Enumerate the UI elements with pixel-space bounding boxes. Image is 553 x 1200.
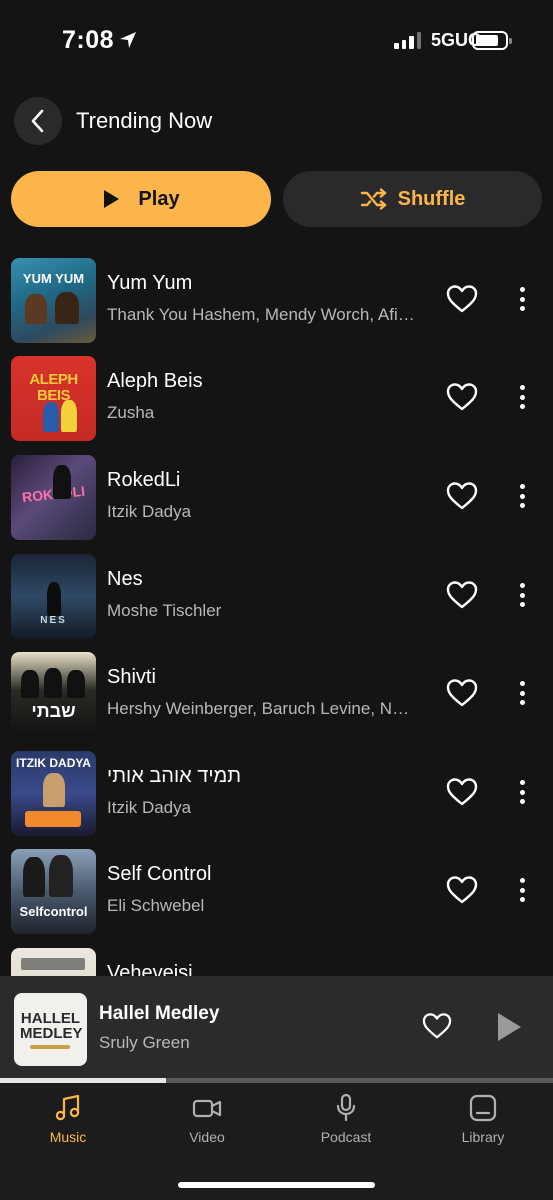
track-artists: Hershy Weinberger, Baruch Levine, Na…	[107, 699, 417, 718]
track-row[interactable]: Selfcontrol Self Control Eli Schwebel	[0, 841, 553, 939]
home-indicator	[178, 1182, 375, 1188]
track-artwork: ALEPH BEIS	[11, 356, 96, 441]
heart-icon[interactable]	[446, 777, 478, 807]
chevron-left-icon	[31, 109, 44, 133]
track-artwork: YUM YUM	[11, 258, 96, 343]
microphone-icon	[336, 1093, 356, 1122]
heart-icon[interactable]	[446, 382, 478, 412]
tab-video[interactable]: Video	[152, 1093, 262, 1145]
heart-icon[interactable]	[422, 1012, 452, 1040]
track-row[interactable]: NES Nes Moshe Tischler	[0, 546, 553, 644]
more-options-icon[interactable]	[512, 284, 532, 314]
track-title: Aleph Beis	[107, 370, 203, 392]
track-list[interactable]: YUM YUM Yum Yum Thank You Hashem, Mendy …	[0, 250, 553, 976]
artwork-text: YUM YUM	[22, 271, 85, 286]
cellular-signal-icon	[394, 32, 421, 49]
tab-podcast[interactable]: Podcast	[291, 1093, 401, 1145]
track-title: Nes	[107, 568, 143, 590]
artwork-text: NES	[40, 615, 67, 626]
artwork-text: ALEPH BEIS	[29, 371, 78, 404]
track-artwork: שבתי	[11, 652, 96, 737]
more-options-icon[interactable]	[512, 875, 532, 905]
track-row[interactable]: YUM YUM Yum Yum Thank You Hashem, Mendy …	[0, 250, 553, 348]
track-artists: Zusha	[107, 403, 155, 422]
more-options-icon[interactable]	[512, 382, 532, 412]
track-row[interactable]: ITZIK DADYA תמיד אוהב אותי Itzik Dadya	[0, 743, 553, 841]
track-title: תמיד אוהב אותי	[107, 765, 242, 787]
track-row[interactable]: ROKEDLI RokedLi Itzik Dadya	[0, 447, 553, 545]
page-title: Trending Now	[76, 108, 213, 133]
location-arrow-icon	[120, 32, 136, 48]
track-row[interactable]: שבתי Shivti Hershy Weinberger, Baruch Le…	[0, 644, 553, 742]
tab-music[interactable]: Music	[13, 1093, 123, 1145]
now-playing-artwork: HALLEL MEDLEY	[14, 993, 87, 1066]
tab-label: Music	[49, 1129, 87, 1145]
track-title: Veheveisi	[107, 962, 193, 976]
shuffle-button[interactable]: Shuffle	[283, 171, 542, 227]
track-title: Yum Yum	[107, 272, 193, 294]
heart-icon[interactable]	[446, 580, 478, 610]
track-artists: Itzik Dadya	[107, 502, 192, 521]
track-artwork: NES	[11, 554, 96, 639]
more-options-icon[interactable]	[512, 580, 532, 610]
track-artwork	[11, 948, 96, 976]
track-row[interactable]: Veheveisi	[0, 940, 553, 976]
track-title: RokedLi	[107, 469, 181, 491]
play-all-button[interactable]: Play	[11, 171, 271, 227]
artwork-text: שבתי	[31, 701, 76, 721]
artwork-text: Selfcontrol	[19, 904, 88, 919]
shuffle-label: Shuffle	[397, 187, 466, 210]
now-playing-artist: Sruly Green	[99, 1033, 190, 1052]
heart-icon[interactable]	[446, 875, 478, 905]
battery-icon	[472, 31, 512, 50]
back-button[interactable]	[14, 97, 62, 145]
status-time: 7:08	[62, 26, 115, 54]
tab-label: Library	[461, 1129, 505, 1145]
tab-label: Video	[189, 1129, 225, 1145]
play-icon[interactable]	[495, 1011, 523, 1043]
artwork-text: HALLEL MEDLEY	[20, 1010, 83, 1042]
library-icon	[469, 1094, 497, 1122]
now-playing-bar[interactable]: HALLEL MEDLEY Hallel Medley Sruly Green	[0, 976, 553, 1080]
more-options-icon[interactable]	[512, 678, 532, 708]
artwork-text: ITZIK DADYA	[16, 756, 91, 770]
video-camera-icon	[192, 1099, 222, 1118]
more-options-icon[interactable]	[512, 777, 532, 807]
track-artists: Eli Schwebel	[107, 896, 205, 915]
now-playing-title: Hallel Medley	[99, 1003, 220, 1024]
play-label: Play	[138, 187, 180, 210]
shuffle-icon	[360, 188, 386, 210]
track-title: Self Control	[107, 863, 212, 885]
tab-library[interactable]: Library	[428, 1093, 538, 1145]
tab-label: Podcast	[320, 1129, 372, 1145]
track-artwork: Selfcontrol	[11, 849, 96, 934]
track-row[interactable]: ALEPH BEIS Aleph Beis Zusha	[0, 348, 553, 446]
track-artists: Thank You Hashem, Mendy Worch, Afi…	[107, 305, 415, 324]
heart-icon[interactable]	[446, 678, 478, 708]
track-artists: Moshe Tischler	[107, 601, 222, 620]
track-artwork: ROKEDLI	[11, 455, 96, 540]
more-options-icon[interactable]	[512, 481, 532, 511]
track-artwork: ITZIK DADYA	[11, 751, 96, 836]
track-title: Shivti	[107, 666, 156, 688]
heart-icon[interactable]	[446, 284, 478, 314]
heart-icon[interactable]	[446, 481, 478, 511]
music-note-icon	[55, 1094, 80, 1121]
status-bar: 7:08 5GUC	[0, 0, 553, 80]
track-artists: Itzik Dadya	[107, 798, 192, 817]
play-icon	[104, 190, 120, 208]
